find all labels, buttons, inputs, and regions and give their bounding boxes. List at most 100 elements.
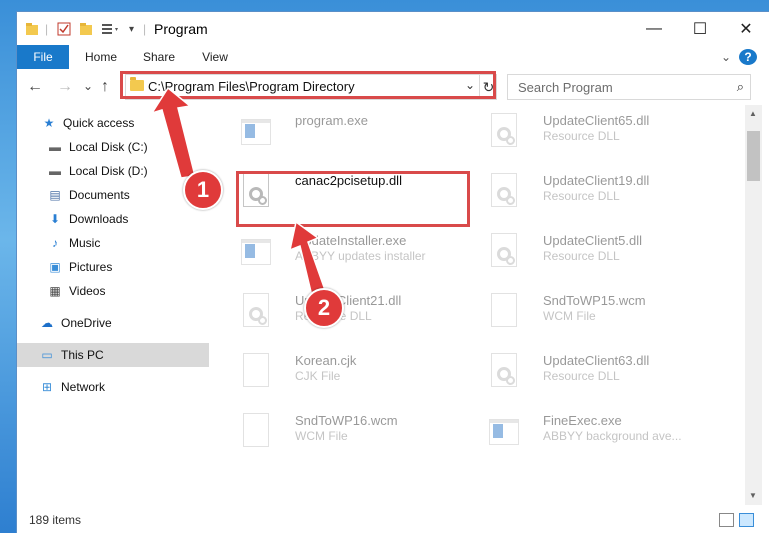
file-item[interactable]: UpdateClient19.dll Resource DLL (487, 169, 727, 221)
help-icon[interactable]: ? (739, 49, 757, 65)
file-name: UpdateClient19.dll (543, 173, 650, 188)
details-view-icon[interactable] (719, 513, 734, 527)
maximize-button[interactable]: ☐ (677, 12, 723, 45)
ribbon-tabs: File Home Share View ⌄ ? (17, 45, 769, 70)
file-type: Resource DLL (543, 189, 620, 203)
sidebar-item-onedrive[interactable]: ☁ OneDrive (17, 311, 231, 335)
file-item[interactable]: program.exe (239, 109, 479, 161)
close-button[interactable]: ✕ (723, 12, 769, 45)
file-type: Resource DLL (543, 369, 620, 383)
window-title: Program (154, 21, 208, 37)
document-file-icon (487, 293, 519, 333)
file-item[interactable]: UpdateClient21.dll Resource DLL (239, 289, 479, 341)
star-icon: ★ (43, 116, 55, 130)
sidebar-item-label: Local Disk (C:) (69, 140, 148, 154)
sidebar-item-local-disk-c[interactable]: ▬ Local Disk (C:) ✱ (17, 135, 239, 159)
file-type: Resource DLL (543, 129, 620, 143)
new-folder-icon[interactable] (79, 21, 93, 37)
sidebar-item-pictures[interactable]: ▣ Pictures ✱ (17, 255, 239, 279)
file-item[interactable]: UpdateClient5.dll Resource DLL (487, 229, 727, 281)
properties-icon[interactable] (57, 21, 71, 37)
search-icon[interactable]: ⌕ (737, 79, 744, 95)
file-name: UpdateClient63.dll (543, 353, 650, 368)
title-bar: | ▾ | Program — ☐ ✕ (17, 12, 769, 45)
sidebar-item-label: This PC (61, 348, 104, 362)
file-name: Korean.cjk (295, 353, 357, 368)
scroll-down-icon[interactable]: ▼ (749, 491, 757, 500)
search-input[interactable] (516, 78, 730, 96)
sidebar-item-label: OneDrive (61, 316, 112, 330)
sidebar-item-videos[interactable]: ▦ Videos ✱ (17, 279, 239, 303)
sidebar-item-label: Local Disk (D:) (69, 164, 148, 178)
documents-icon: ▤ (49, 188, 61, 202)
tab-file[interactable]: File (17, 45, 69, 69)
file-item[interactable]: UpdateInstaller.exe ABBYY updates instal… (239, 229, 479, 281)
sidebar-item-quick-access[interactable]: ★ Quick access (17, 111, 233, 135)
sidebar-item-network[interactable]: ⊞ Network (17, 375, 231, 399)
search-box[interactable]: ⌕ (507, 74, 751, 100)
file-item[interactable]: FineExec.exe ABBYY background ave... (487, 409, 727, 461)
document-file-icon (239, 353, 271, 393)
dll-file-icon (239, 293, 271, 333)
downloads-icon: ⬇ (49, 212, 61, 226)
file-item[interactable]: UpdateClient63.dll Resource DLL (487, 349, 727, 401)
chevron-down-icon[interactable]: ▾ (129, 21, 134, 37)
dll-file-icon (487, 173, 519, 213)
sidebar-item-label: Pictures (69, 260, 113, 274)
music-icon: ♪ (52, 236, 58, 250)
item-count: 189 items (29, 513, 82, 527)
file-type: WCM File (543, 309, 596, 323)
minimize-button[interactable]: — (631, 12, 677, 45)
file-name: program.exe (295, 113, 368, 128)
address-bar-highlight (120, 71, 496, 99)
scroll-up-icon[interactable]: ▲ (749, 109, 757, 118)
forward-button[interactable]: → (57, 78, 73, 96)
tab-home[interactable]: Home (77, 45, 125, 69)
network-icon: ⊞ (41, 380, 53, 394)
exe-file-icon (239, 233, 271, 273)
file-name: FineExec.exe (543, 413, 622, 428)
onedrive-icon: ☁ (41, 316, 53, 330)
expand-ribbon-icon[interactable]: ⌄ (717, 45, 735, 69)
file-item[interactable]: SndToWP15.wcm WCM File (487, 289, 727, 341)
folder-icon (25, 21, 39, 37)
pictures-icon: ▣ (49, 260, 61, 274)
vertical-scrollbar[interactable]: ▲ ▼ (745, 105, 762, 505)
file-item[interactable]: UpdateClient65.dll Resource DLL (487, 109, 727, 161)
file-type: ABBYY updates installer (295, 249, 426, 263)
step-marker-1: 1 (183, 170, 223, 210)
exe-file-icon (487, 413, 519, 453)
sidebar-item-downloads[interactable]: ⬇ Downloads ✱ (17, 207, 239, 231)
this-pc-icon: ▭ (41, 348, 53, 362)
step-marker-2: 2 (304, 288, 344, 328)
title-separator: | (143, 22, 147, 36)
file-name: SndToWP15.wcm (543, 293, 646, 308)
sidebar-item-label: Music (69, 236, 101, 250)
back-button[interactable]: ← (27, 78, 43, 96)
recent-locations-button[interactable]: ⌄ (83, 79, 93, 93)
document-file-icon (239, 413, 271, 453)
sidebar-item-label: Quick access (63, 116, 135, 130)
sidebar-item-label: Videos (69, 284, 106, 298)
up-button[interactable]: ↑ (101, 78, 109, 96)
status-bar: 189 items (17, 505, 769, 533)
sidebar-item-music[interactable]: ♪ Music ✱ (17, 231, 239, 255)
file-item[interactable]: Korean.cjk CJK File (239, 349, 479, 401)
file-name: SndToWP16.wcm (295, 413, 398, 428)
scroll-thumb[interactable] (747, 131, 760, 181)
customize-toolbar-icon[interactable] (101, 21, 121, 37)
file-type: CJK File (295, 369, 341, 383)
file-type: Resource DLL (543, 249, 620, 263)
tab-view[interactable]: View (193, 45, 237, 69)
sidebar-item-label: Network (61, 380, 106, 394)
tab-share[interactable]: Share (135, 45, 183, 69)
file-item[interactable]: SndToWP16.wcm WCM File (239, 409, 479, 461)
large-icons-view-icon[interactable] (739, 513, 754, 527)
sidebar-item-label: Documents (69, 188, 130, 202)
exe-file-icon (239, 113, 271, 153)
drive-icon: ▬ (49, 140, 61, 154)
file-highlight (236, 171, 470, 227)
title-separator: | (45, 22, 49, 36)
file-name: UpdateClient65.dll (543, 113, 650, 128)
sidebar-item-this-pc[interactable]: ▭ This PC (17, 343, 209, 367)
